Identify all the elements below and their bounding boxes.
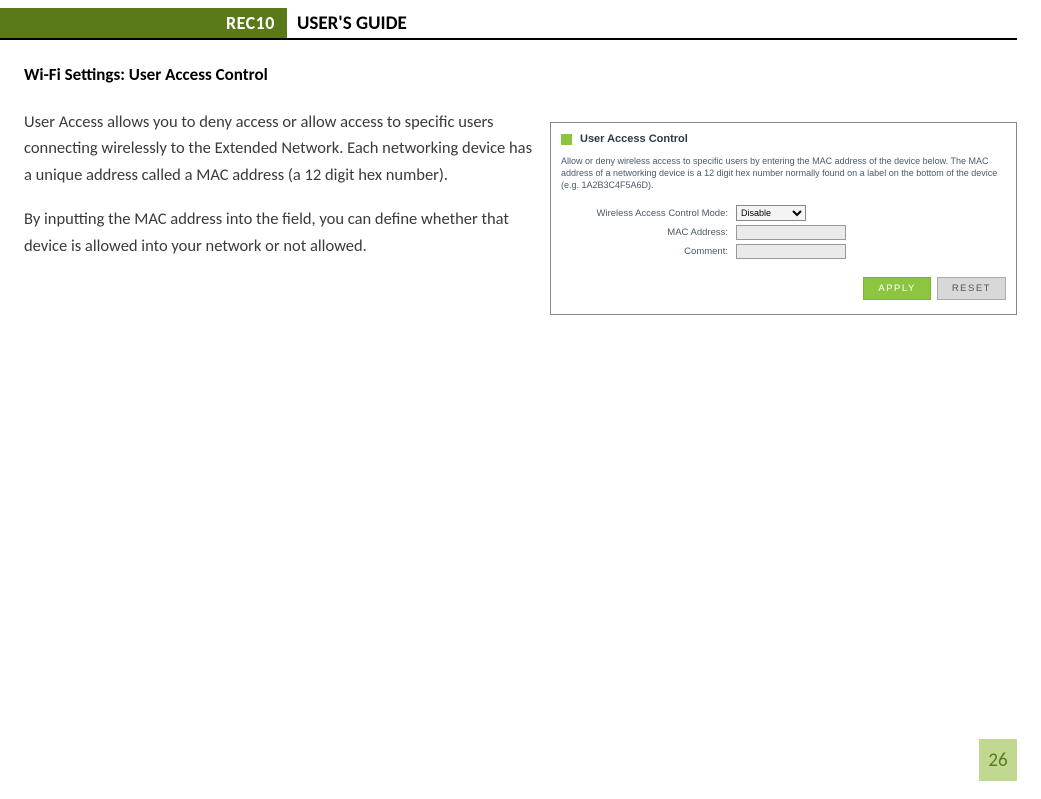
page-number: 26: [979, 739, 1017, 781]
page-header: REC10 USER'S GUIDE: [0, 8, 1017, 40]
panel-header: User Access Control: [561, 133, 1006, 145]
mode-label: Wireless Access Control Mode:: [561, 208, 736, 219]
mac-input[interactable]: [736, 225, 846, 240]
header-left-bar: [0, 8, 24, 38]
comment-input[interactable]: [736, 244, 846, 259]
page-content: Wi-Fi Settings: User Access Control User…: [0, 40, 1041, 315]
apply-button[interactable]: APPLY: [863, 277, 930, 300]
user-access-panel: User Access Control Allow or deny wirele…: [550, 122, 1017, 315]
section-heading: Wi-Fi Settings: User Access Control: [24, 64, 534, 85]
form-row-mode: Wireless Access Control Mode: Disable: [561, 205, 1006, 221]
form-row-comment: Comment:: [561, 244, 1006, 259]
mode-select[interactable]: Disable: [736, 205, 806, 221]
panel-marker-icon: [561, 134, 572, 145]
paragraph-2: By inputting the MAC address into the fi…: [24, 206, 534, 259]
mac-label: MAC Address:: [561, 227, 736, 238]
header-title: USER'S GUIDE: [287, 8, 417, 38]
comment-label: Comment:: [561, 246, 736, 257]
form-row-mac: MAC Address:: [561, 225, 1006, 240]
figure-column: User Access Control Allow or deny wirele…: [550, 64, 1017, 315]
text-column: Wi-Fi Settings: User Access Control User…: [24, 64, 534, 315]
paragraph-1: User Access allows you to deny access or…: [24, 109, 534, 188]
panel-description: Allow or deny wireless access to specifi…: [561, 155, 1006, 191]
panel-title: User Access Control: [580, 133, 688, 145]
panel-buttons: APPLY RESET: [561, 277, 1006, 300]
reset-button[interactable]: RESET: [937, 277, 1006, 300]
header-green-bar: [24, 8, 214, 38]
header-badge: REC10: [214, 8, 287, 38]
